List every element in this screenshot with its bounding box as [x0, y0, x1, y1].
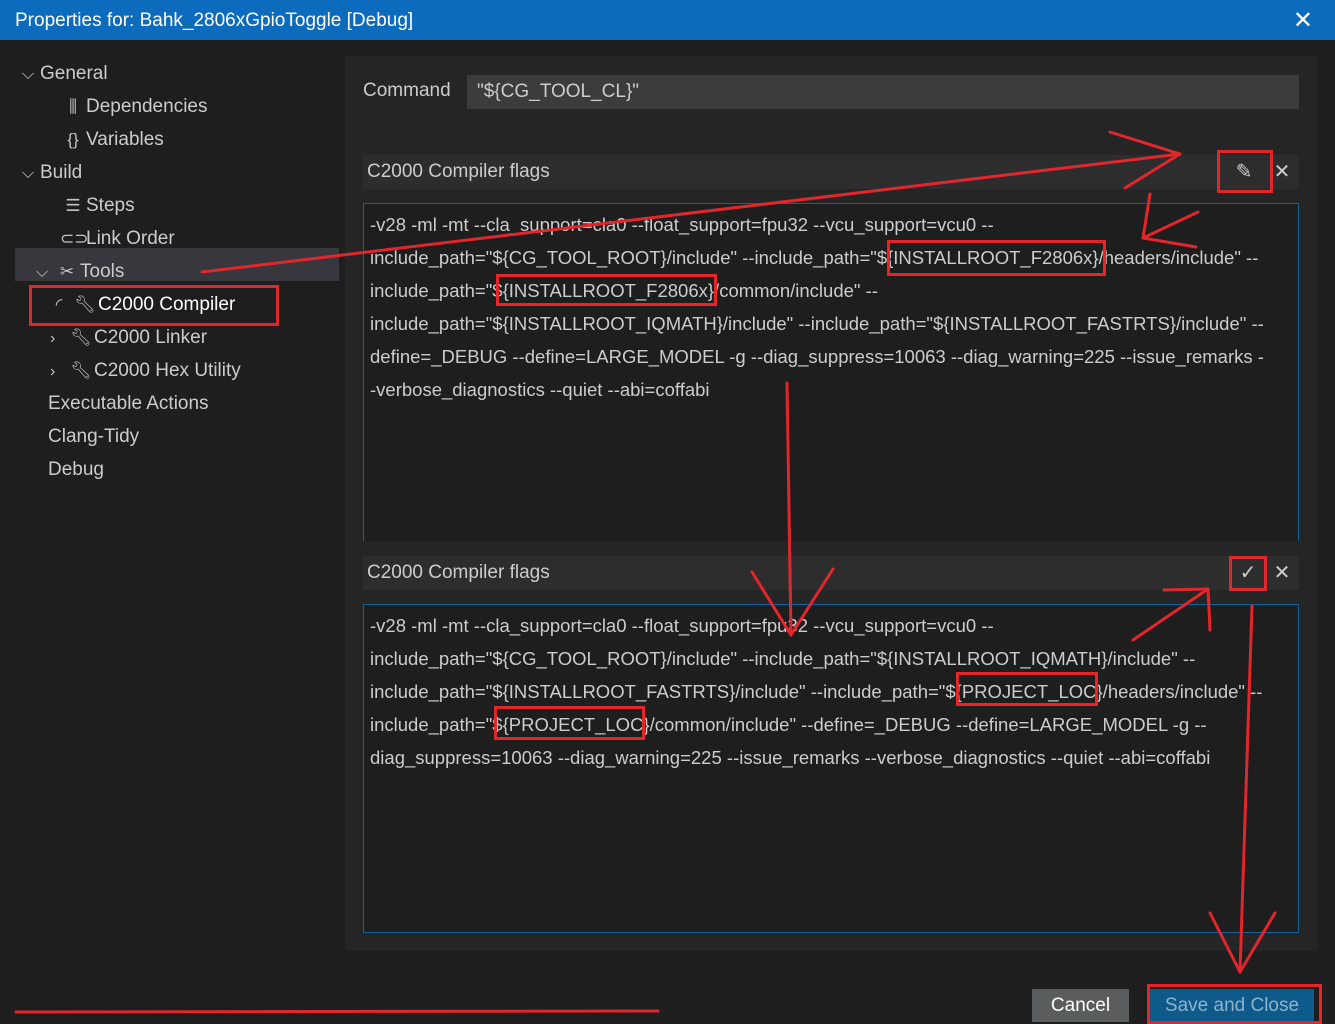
flags-line: include_path="${INSTALLROOT_FASTRTS}/inc… — [370, 681, 1263, 702]
tree-item-dependencies[interactable]: ⫼ Dependencies — [60, 90, 207, 123]
tree-item-build[interactable]: ⌵ Build — [22, 156, 82, 189]
tree-item-label: Dependencies — [86, 96, 208, 117]
window-title: Properties for: Bahk_2806xGpioToggle [De… — [15, 10, 414, 31]
cancel-button[interactable]: Cancel — [1032, 989, 1129, 1022]
chevron-right-icon[interactable]: › — [50, 355, 68, 388]
flags-line: -verbose_diagnostics --quiet --abi=coffa… — [370, 379, 710, 400]
tree-item-tools[interactable]: ⌵ ✂ Tools — [36, 255, 124, 288]
compiler-flags-text[interactable]: -v28 -ml -mt --cla_support=cla0 --float_… — [363, 203, 1299, 541]
wrench-icon: 🔧︎ — [74, 295, 96, 314]
tree-item-label: Steps — [86, 195, 135, 216]
tree-item-label: Debug — [48, 459, 104, 480]
chevron-down-icon[interactable]: ⌵ — [22, 58, 40, 91]
flags-line: define=_DEBUG --define=LARGE_MODEL -g --… — [370, 346, 1264, 367]
chevron-right-icon[interactable]: › — [50, 322, 68, 355]
chevron-down-icon[interactable]: ⌵ — [22, 157, 40, 190]
link-icon: ⊂⊃ — [60, 229, 89, 248]
tree-item-label: C2000 Linker — [94, 327, 208, 348]
tree-item-executable-actions[interactable]: Executable Actions — [48, 387, 209, 420]
library-icon: ⫼ — [69, 97, 77, 116]
pencil-icon[interactable]: ✎ — [1231, 159, 1257, 185]
flags-line: include_path="${PROJECT_LOC}/common/incl… — [370, 714, 1207, 735]
tree-item-label: Clang-Tidy — [48, 426, 140, 447]
flags-line: include_path="${INSTALLROOT_IQMATH}/incl… — [370, 313, 1264, 334]
wrench-icon: 🔧︎ — [70, 328, 92, 347]
chevron-down-icon[interactable]: ⌵ — [36, 256, 54, 289]
command-label: Command — [363, 80, 451, 101]
tree-item-label: C2000 Hex Utility — [94, 360, 241, 381]
tree-item-variables[interactable]: {} Variables — [60, 123, 164, 156]
close-icon[interactable]: ✕ — [1269, 560, 1295, 586]
tree-item-c2000-hex-utility[interactable]: › 🔧︎ C2000 Hex Utility — [50, 354, 241, 387]
close-icon[interactable]: ✕ — [1269, 159, 1295, 185]
tree-item-steps[interactable]: ☰ Steps — [60, 189, 135, 222]
compiler-flags-header-edit: C2000 Compiler flags — [363, 556, 1299, 590]
command-input[interactable]: "${CG_TOOL_CL}" — [467, 75, 1299, 109]
section-title: C2000 Compiler flags — [367, 161, 550, 182]
flags-line: diag_suppress=10063 --diag_warning=225 -… — [370, 747, 1211, 768]
list-icon: ☰ — [65, 196, 81, 215]
tree-item-label: C2000 Compiler — [98, 294, 236, 315]
wrench-icon: 🔧︎ — [70, 361, 92, 380]
close-icon[interactable]: ✕ — [1293, 6, 1313, 35]
flags-line: include_path="${INSTALLROOT_F2806x}/comm… — [370, 280, 878, 301]
braces-icon: {} — [67, 130, 79, 149]
title-bar: Properties for: Bahk_2806xGpioToggle [De… — [0, 0, 1335, 40]
flags-line: -v28 -ml -mt --cla_support=cla0 --float_… — [370, 214, 994, 235]
tree-item-label: Tools — [80, 261, 125, 282]
section-title: C2000 Compiler flags — [367, 562, 550, 583]
tree-item-clang-tidy[interactable]: Clang-Tidy — [48, 420, 139, 453]
tree-item-debug[interactable]: Debug — [48, 453, 104, 486]
tools-icon: ✂ — [59, 262, 75, 281]
tree-item-label: Link Order — [86, 228, 175, 249]
save-and-close-button[interactable]: Save and Close — [1150, 989, 1314, 1022]
tree-item-link-order[interactable]: ⊂⊃Link Order — [60, 222, 175, 255]
check-icon[interactable]: ✓ — [1235, 560, 1261, 586]
flags-line: include_path="${CG_TOOL_ROOT}/include" -… — [370, 247, 1259, 268]
compiler-flags-header: C2000 Compiler flags — [363, 155, 1299, 189]
tree-item-label: Build — [40, 162, 83, 183]
tree-item-label: General — [40, 63, 108, 84]
tree-item-c2000-linker[interactable]: › 🔧︎ C2000 Linker — [50, 321, 207, 354]
tree-item-label: Executable Actions — [48, 393, 209, 414]
tree-item-c2000-compiler[interactable]: ◜ 🔧︎ C2000 Compiler — [46, 288, 236, 321]
loading-spinner-icon: ◜ — [55, 295, 63, 314]
flags-line: -v28 -ml -mt --cla_support=cla0 --float_… — [370, 615, 994, 636]
flags-line: include_path="${CG_TOOL_ROOT}/include" -… — [370, 648, 1196, 669]
tree-item-label: Variables — [86, 129, 164, 150]
compiler-flags-editor[interactable]: -v28 -ml -mt --cla_support=cla0 --float_… — [363, 604, 1299, 933]
tree-item-general[interactable]: ⌵ General — [22, 57, 108, 90]
